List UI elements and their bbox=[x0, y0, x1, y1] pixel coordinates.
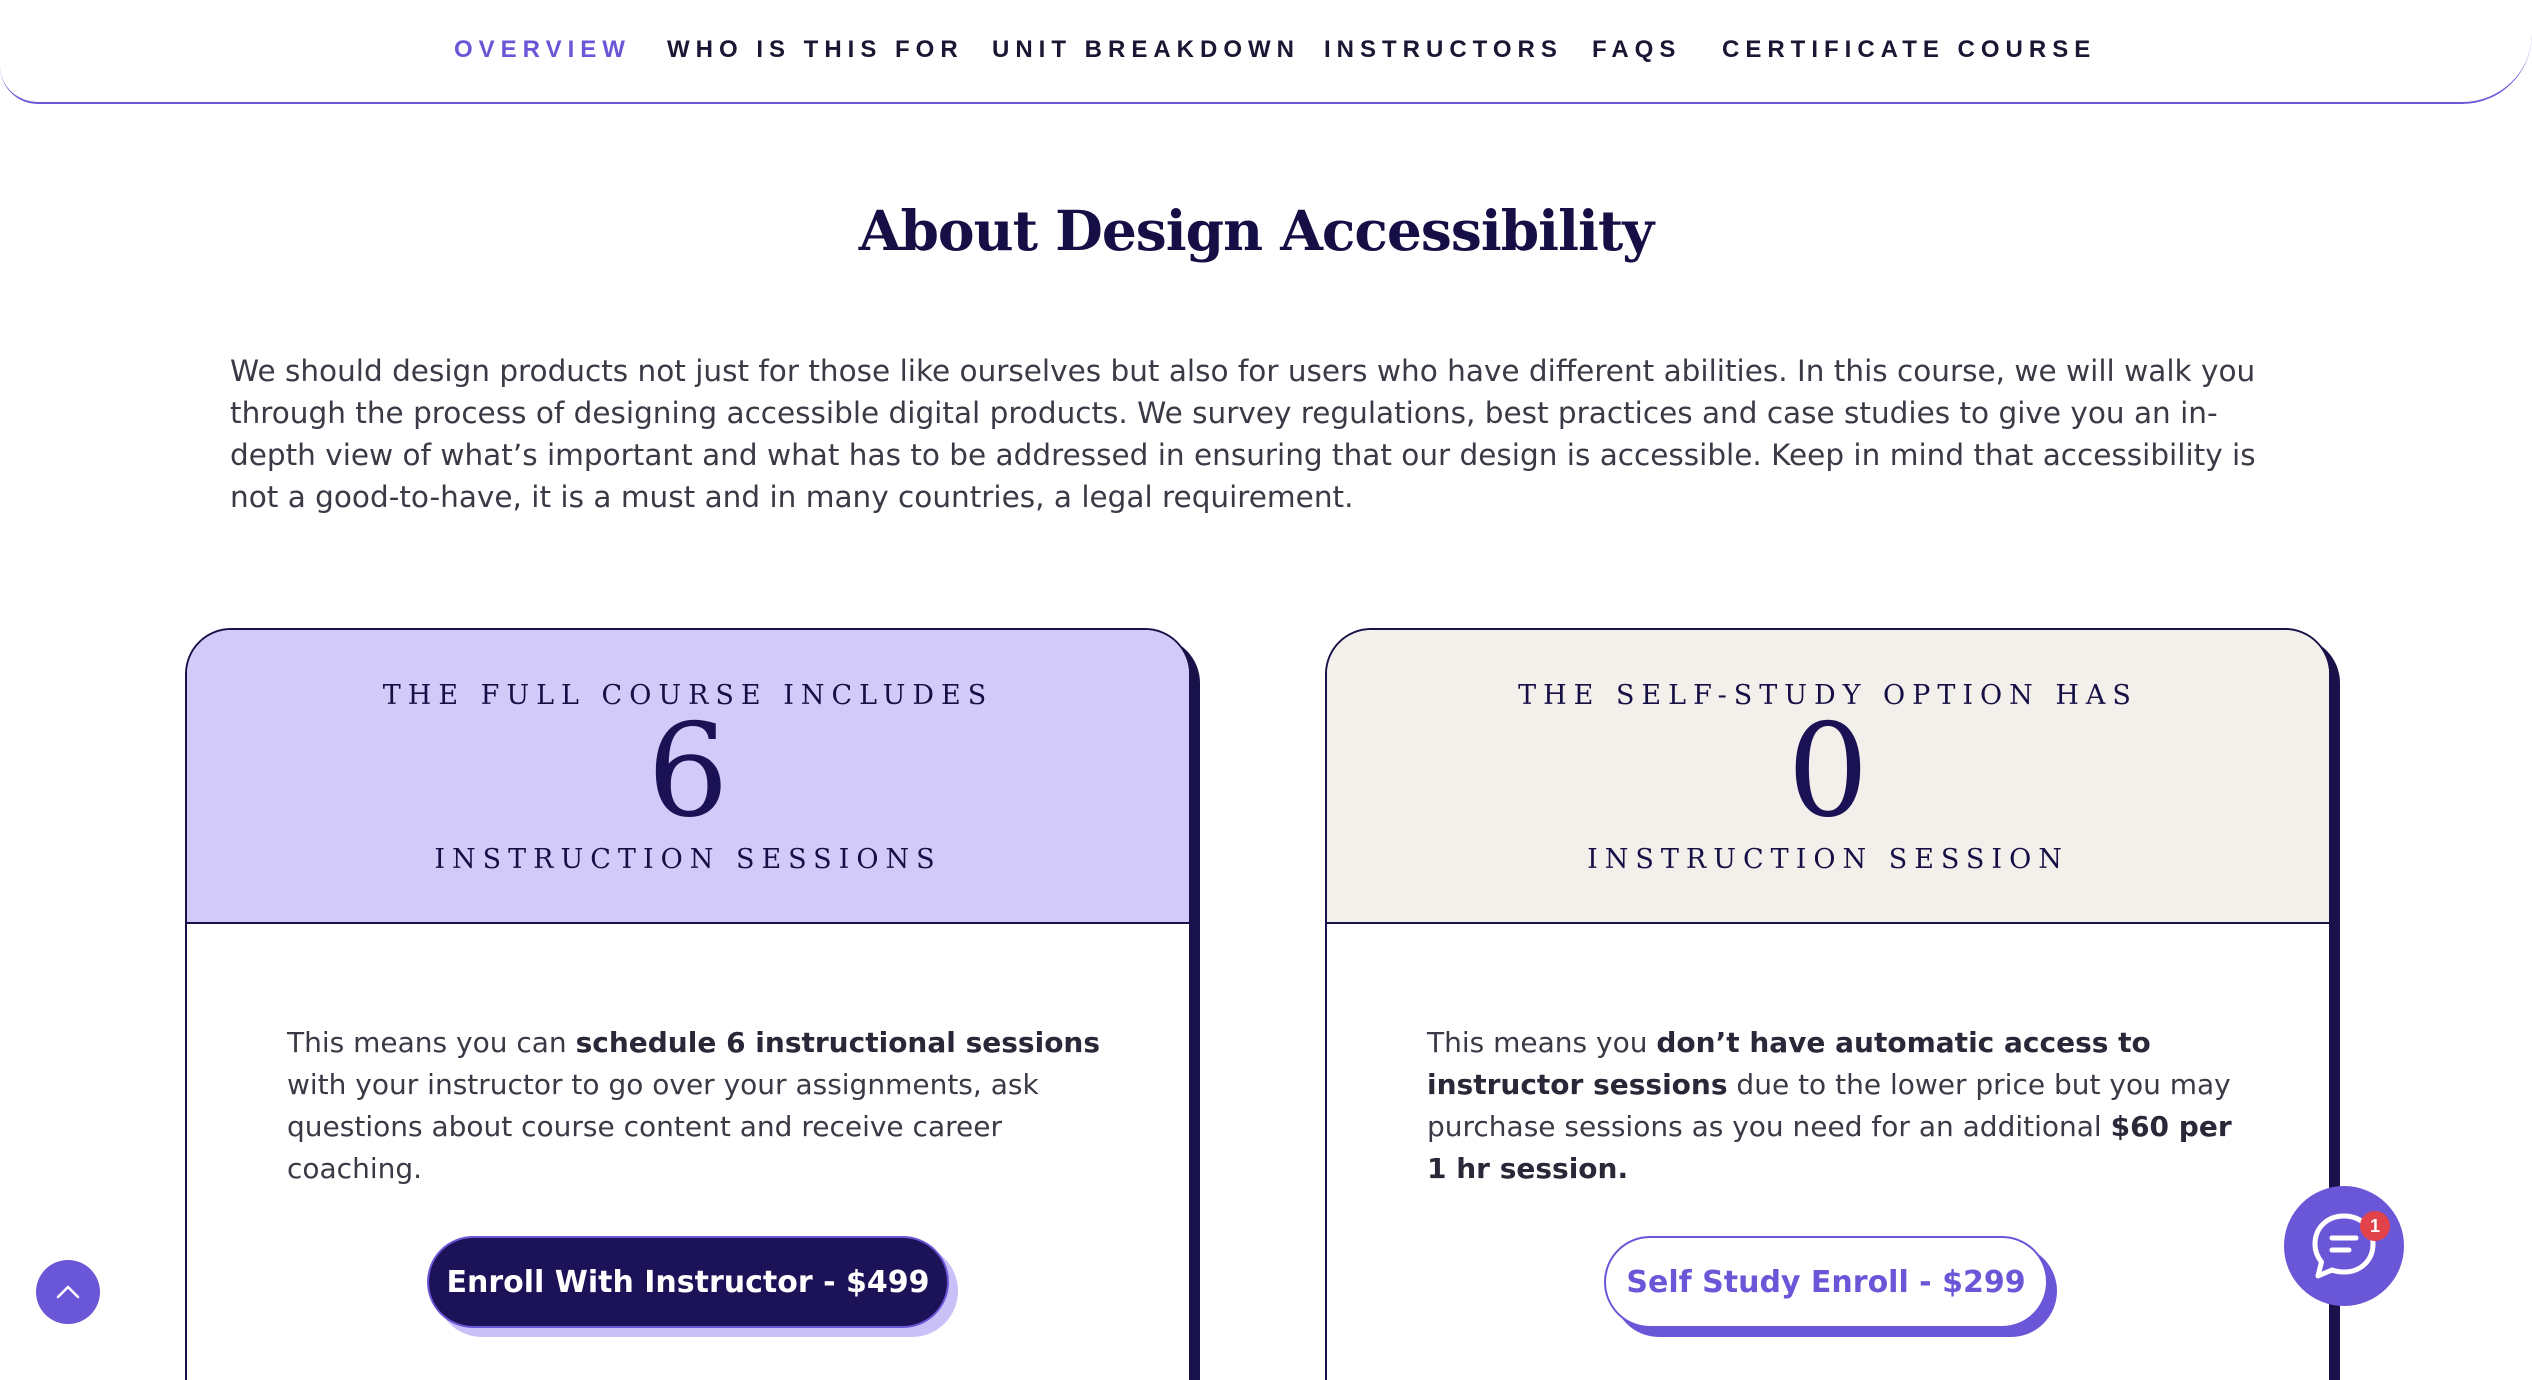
nav-item-overview[interactable]: OVERVIEW bbox=[454, 36, 631, 64]
description-text: This means you bbox=[1427, 1026, 1657, 1059]
session-count: 6 bbox=[647, 697, 729, 846]
description-text: with your instructor to go over your ass… bbox=[287, 1068, 1039, 1185]
card-header: THE SELF-STUDY OPTION HAS 0 INSTRUCTION … bbox=[1327, 630, 2329, 924]
description-bold: schedule 6 instructional sessions bbox=[575, 1026, 1101, 1059]
card-description: This means you can schedule 6 instructio… bbox=[287, 1022, 1107, 1190]
session-count: 0 bbox=[1787, 697, 1869, 846]
card-description: This means you don’t have automatic acce… bbox=[1427, 1022, 2247, 1190]
section-title: About Design Accessibility bbox=[858, 198, 1654, 263]
enroll-with-instructor-button[interactable]: Enroll With Instructor - $499 bbox=[427, 1236, 949, 1328]
intro-paragraph: We should design products not just for t… bbox=[230, 354, 2256, 514]
nav-item-faqs[interactable]: FAQS bbox=[1592, 36, 1681, 64]
top-nav: OVERVIEW WHO IS THIS FOR UNIT BREAKDOWN … bbox=[0, 0, 2532, 104]
nav-item-who-is-this-for[interactable]: WHO IS THIS FOR bbox=[667, 36, 964, 64]
nav-item-unit-breakdown[interactable]: UNIT BREAKDOWN bbox=[992, 36, 1300, 64]
chat-button[interactable] bbox=[2284, 1186, 2404, 1306]
full-course-card: THE FULL COURSE INCLUDES 6 INSTRUCTION S… bbox=[185, 628, 1191, 1380]
description-text: This means you can bbox=[287, 1026, 576, 1059]
card-header: THE FULL COURSE INCLUDES 6 INSTRUCTION S… bbox=[187, 630, 1189, 924]
nav-list: OVERVIEW WHO IS THIS FOR UNIT BREAKDOWN … bbox=[0, 36, 2532, 66]
nav-item-instructors[interactable]: INSTRUCTORS bbox=[1324, 36, 1563, 64]
card-subtitle: INSTRUCTION SESSION bbox=[1587, 844, 2069, 875]
nav-item-certificate-course[interactable]: CERTIFICATE COURSE bbox=[1722, 36, 2096, 64]
chevron-up-icon bbox=[56, 1285, 80, 1299]
notification-badge: 1 bbox=[2360, 1211, 2390, 1241]
self-study-enroll-button[interactable]: Self Study Enroll - $299 bbox=[1604, 1236, 2048, 1328]
card-subtitle: INSTRUCTION SESSIONS bbox=[434, 844, 942, 875]
self-study-card: THE SELF-STUDY OPTION HAS 0 INSTRUCTION … bbox=[1325, 628, 2331, 1380]
scroll-to-top-button[interactable] bbox=[36, 1260, 100, 1324]
